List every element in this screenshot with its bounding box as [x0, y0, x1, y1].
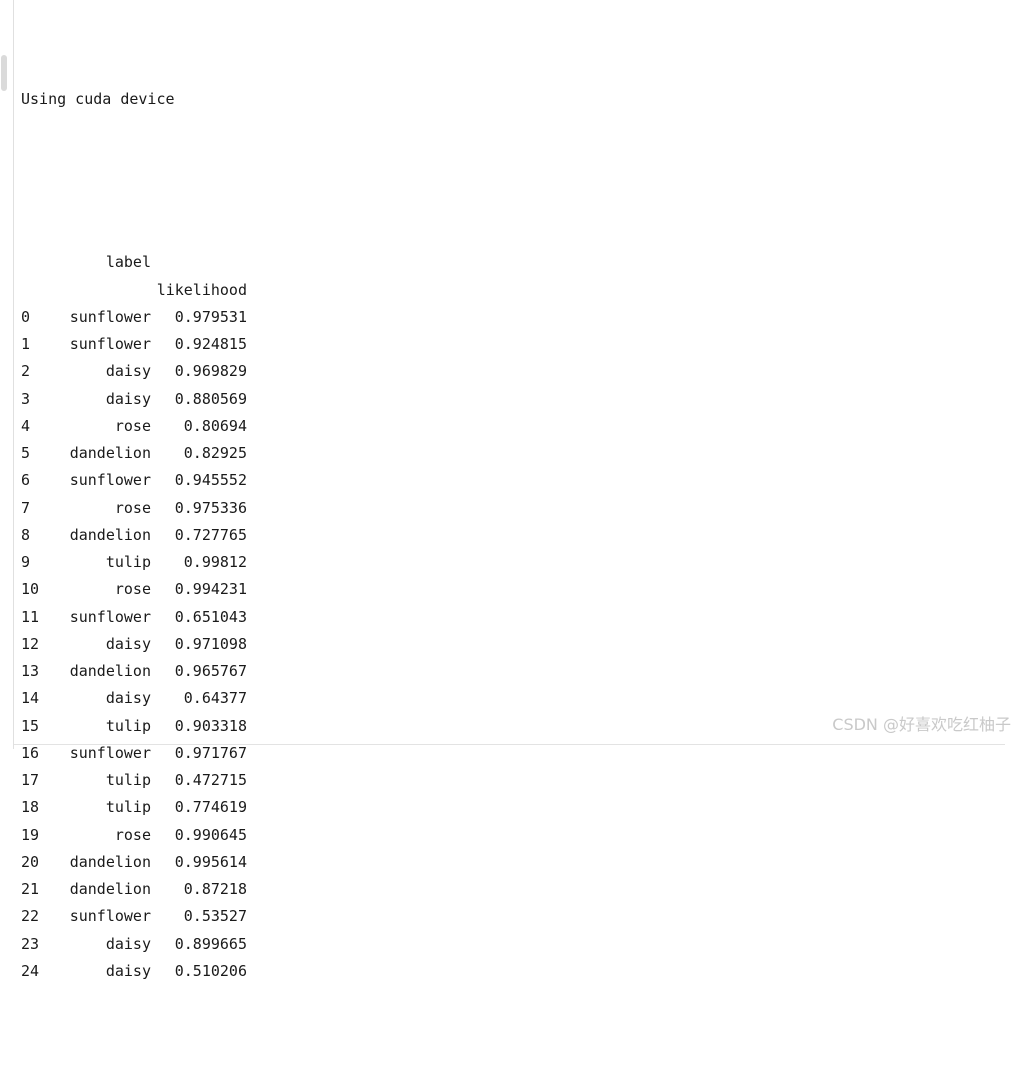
row-likelihood: 0.990645 [174, 825, 247, 844]
table-row: 12 daisy 0.971098 [21, 631, 247, 658]
row-likelihood: 0.53527 [183, 907, 247, 926]
table-row: 17 tulip 0.472715 [21, 767, 247, 794]
table-row: 24 daisy 0.510206 [21, 958, 247, 985]
row-likelihood: 0.510206 [174, 961, 247, 980]
table-row: 6 sunflower 0.945552 [21, 467, 247, 494]
table-row: 4 rose 0.80694 [21, 413, 247, 440]
device-status-line: Using cuda device [21, 89, 175, 108]
row-likelihood: 0.64377 [183, 689, 247, 708]
row-likelihood: 0.924815 [174, 335, 247, 353]
gutter-divider [13, 0, 14, 749]
row-likelihood: 0.969829 [174, 362, 247, 381]
table-row: 19 rose 0.990645 [21, 822, 247, 849]
row-likelihood: 0.727765 [174, 525, 247, 544]
row-likelihood: 0.903318 [174, 716, 247, 735]
table-row: 7 rose 0.975336 [21, 495, 247, 522]
table-row: 11 sunflower 0.651043 [21, 604, 247, 631]
table-row: 9 tulip 0.99812 [21, 549, 247, 576]
table-row: 15 tulip 0.903318 [21, 713, 247, 740]
table-row: 21 dandelion 0.87218 [21, 876, 247, 903]
table-row: 2 daisy 0.969829 [21, 358, 247, 385]
table-row: 1 sunflower 0.924815 [21, 331, 247, 358]
table-row: 22 sunflower 0.53527 [21, 903, 247, 930]
vertical-scrollbar[interactable] [0, 0, 13, 749]
console-output-panel: Using cuda device label likelihood 0 sunf… [0, 0, 1035, 980]
console-text-area[interactable]: Using cuda device label likelihood 0 sunf… [21, 4, 247, 1067]
row-likelihood: 0.995614 [174, 852, 247, 871]
row-likelihood: 0.979531 [174, 307, 247, 326]
table-row: 3 daisy 0.880569 [21, 386, 247, 413]
table-row: 0 sunflower 0.979531 [21, 304, 247, 331]
row-likelihood: 0.80694 [183, 416, 247, 435]
row-likelihood: 0.965767 [174, 662, 247, 680]
row-likelihood: 0.994231 [174, 580, 247, 599]
header-likelihood: likelihood [156, 280, 247, 299]
row-likelihood: 0.945552 [174, 471, 247, 490]
row-likelihood: 0.880569 [174, 389, 247, 408]
row-likelihood: 0.774619 [174, 798, 247, 817]
row-likelihood: 0.82925 [183, 444, 247, 462]
row-likelihood: 0.472715 [174, 771, 247, 789]
scrollbar-thumb[interactable] [1, 55, 7, 91]
dataframe-rows: 0 sunflower 0.979531 1 sunflower 0.924815 2 dai… [21, 304, 247, 985]
row-likelihood: 0.899665 [174, 934, 247, 953]
row-likelihood: 0.651043 [174, 607, 247, 626]
dataframe-header-row: label likelihood [21, 195, 247, 298]
table-row: 8 dandelion 0.727765 [21, 522, 247, 549]
row-likelihood: 0.99812 [183, 553, 247, 571]
header-label: label [105, 253, 151, 272]
table-row: 20 dandelion 0.995614 [21, 849, 247, 876]
table-row: 14 daisy 0.64377 [21, 685, 247, 712]
bottom-divider [14, 744, 1005, 745]
csdn-watermark: CSDN @好喜欢吃红柚子 [832, 715, 1011, 734]
row-likelihood: 0.87218 [183, 880, 247, 898]
table-row: 18 tulip 0.774619 [21, 794, 247, 821]
row-likelihood: 0.975336 [174, 498, 247, 517]
table-row: 10 rose 0.994231 [21, 576, 247, 603]
table-row: 23 daisy 0.899665 [21, 931, 247, 958]
row-likelihood: 0.971098 [174, 634, 247, 653]
table-row: 13 dandelion 0.965767 [21, 658, 247, 685]
table-row: 5 dandelion 0.82925 [21, 440, 247, 467]
